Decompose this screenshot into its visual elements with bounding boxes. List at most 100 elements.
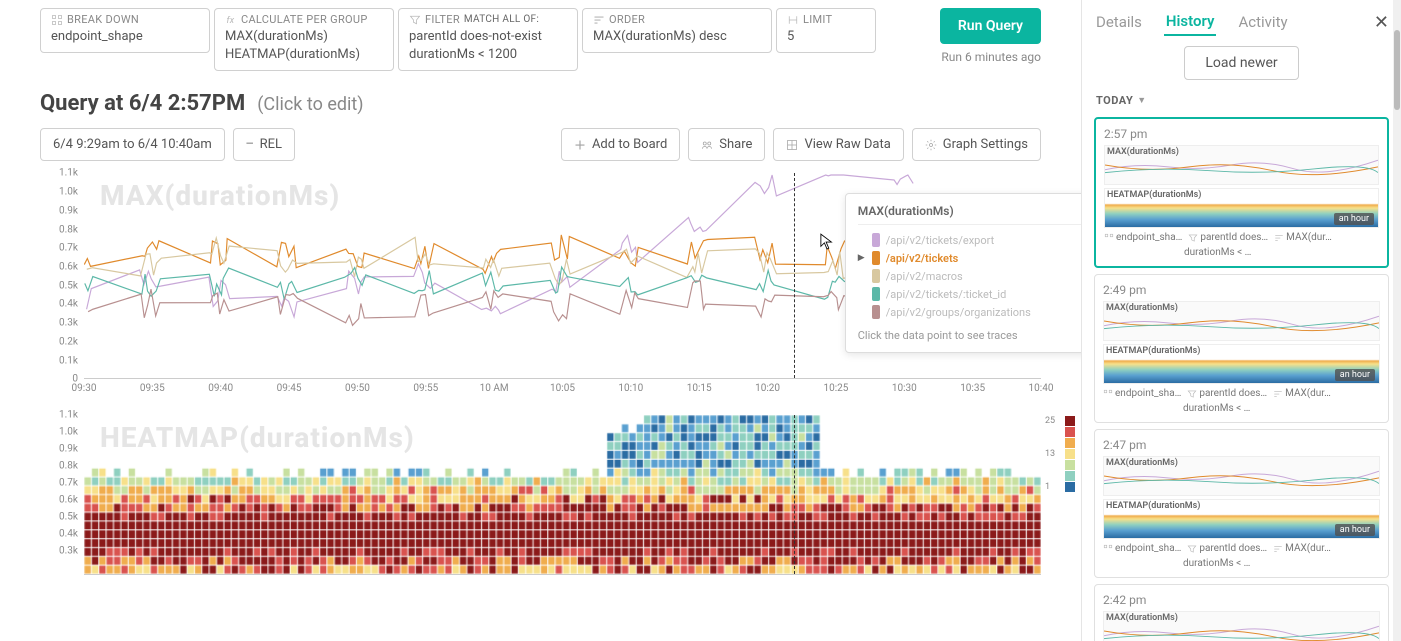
rel-text: REL xyxy=(260,137,282,152)
chart-area: MAX(durationMs) 1.1k1.0k0.9k0.8k0.7k0.6k… xyxy=(0,173,1081,575)
history-card[interactable]: 2:42 pmMAX(durationMs)HEATMAP(durationMs… xyxy=(1094,584,1389,641)
filter-segment[interactable]: FILTER MATCH ALL OF: parentId does-not-ex… xyxy=(398,8,578,71)
heatmap-chart[interactable]: HEATMAP(durationMs) 1.1k1.0k0.9k0.8k0.7k… xyxy=(40,415,1041,575)
add-to-board-button[interactable]: Add to Board xyxy=(561,128,680,161)
limit-label: LIMIT xyxy=(803,13,832,26)
heatmap-legend: 25131 xyxy=(1045,415,1075,492)
history-meta-2: durationMs < … xyxy=(1104,247,1379,258)
tooltip-row[interactable]: /api/v2/macros628 xyxy=(858,267,1081,285)
people-icon xyxy=(701,139,713,151)
order-icon xyxy=(1274,233,1284,243)
tab-history[interactable]: History xyxy=(1164,8,1217,36)
gear-icon xyxy=(925,139,937,151)
history-thumb-line: MAX(durationMs) xyxy=(1103,456,1380,496)
history-meta: endpoint_sha…parentId does…MAX(dur… xyxy=(1104,232,1379,243)
line-chart[interactable]: MAX(durationMs) 1.1k1.0k0.9k0.8k0.7k0.6k… xyxy=(40,173,1041,403)
rel-button[interactable]: —REL xyxy=(233,128,295,161)
history-thumb-line: MAX(durationMs) xyxy=(1104,145,1379,185)
filter-label: FILTER xyxy=(425,13,460,26)
order-icon xyxy=(1273,544,1283,554)
history-thumb-heat: HEATMAP(durationMs)an hour xyxy=(1103,344,1380,384)
history-time: 2:57 pm xyxy=(1104,127,1379,141)
filter-icon xyxy=(1188,233,1198,243)
tooltip-row[interactable]: /api/v2/tickets/:ticket_id510 xyxy=(858,285,1081,303)
tooltip-row[interactable]: /api/v2/groups/organizations410 xyxy=(858,303,1081,321)
history-time: 2:42 pm xyxy=(1103,593,1380,607)
breakdown-value: endpoint_shape xyxy=(51,28,199,46)
chart2-y-axis: 1.1k1.0k0.9k0.8k0.7k0.6k0.5k0.4k0.3k xyxy=(40,415,80,551)
history-sidebar: Details History Activity ✕ Load newer TO… xyxy=(1081,0,1401,641)
function-icon: fx xyxy=(225,14,237,26)
limit-icon xyxy=(787,14,799,26)
tooltip-row[interactable]: /api/v2/tickets/export1,182 xyxy=(858,231,1081,249)
graph-settings-text: Graph Settings xyxy=(943,137,1028,152)
history-card[interactable]: 2:47 pmMAX(durationMs)HEATMAP(durationMs… xyxy=(1094,429,1389,578)
hover-line-2 xyxy=(794,415,795,574)
chart1-y-axis: 1.1k1.0k0.9k0.8k0.7k0.6k0.5k0.4k0.3k0.2k… xyxy=(40,173,80,379)
history-thumb-heat: HEATMAP(durationMs)an hour xyxy=(1104,188,1379,228)
limit-value: 5 xyxy=(787,28,865,46)
tooltip-footer: Click the data point to see traces xyxy=(858,329,1081,342)
plus-icon xyxy=(574,139,586,151)
breakdown-label: BREAK DOWN xyxy=(67,13,139,26)
chart2-plot[interactable] xyxy=(84,415,1041,575)
query-builder: BREAK DOWN endpoint_shape fx CALCULATE PE… xyxy=(0,8,1081,71)
history-meta-2: durationMs < … xyxy=(1103,558,1380,569)
history-card[interactable]: 2:57 pm MAX(durationMs)HEATMAP(durationMs… xyxy=(1094,117,1389,268)
hover-line xyxy=(794,173,795,378)
run-query-button[interactable]: Run Query xyxy=(940,8,1041,44)
limit-segment[interactable]: LIMIT 5 xyxy=(776,8,876,53)
filter-value-1: parentId does-not-exist xyxy=(409,28,567,46)
history-card[interactable]: 2:49 pmMAX(durationMs)HEATMAP(durationMs… xyxy=(1094,274,1389,423)
svg-text:fx: fx xyxy=(227,16,235,26)
filter-suffix: MATCH ALL OF: xyxy=(464,14,539,25)
breakdown-icon xyxy=(51,14,63,26)
calculate-value-1: MAX(durationMs) xyxy=(225,28,383,46)
main-panel: BREAK DOWN endpoint_shape fx CALCULATE PE… xyxy=(0,0,1081,641)
calculate-segment[interactable]: fx CALCULATE PER GROUP MAX(durationMs) HE… xyxy=(214,8,394,71)
tab-activity[interactable]: Activity xyxy=(1236,9,1289,35)
add-to-board-text: Add to Board xyxy=(592,137,667,152)
filter-icon xyxy=(409,14,421,26)
view-raw-button[interactable]: View Raw Data xyxy=(773,128,903,161)
edit-hint: (Click to edit) xyxy=(257,94,363,115)
share-button[interactable]: Share xyxy=(688,128,765,161)
tooltip-row[interactable]: ▶/api/v2/tickets702 xyxy=(858,249,1081,267)
graph-settings-button[interactable]: Graph Settings xyxy=(912,128,1041,161)
order-segment[interactable]: ORDER MAX(durationMs) desc xyxy=(582,8,772,53)
history-list: 2:57 pmMAX(durationMs)HEATMAP(durationMs… xyxy=(1082,111,1401,641)
sidebar-scrollbar[interactable] xyxy=(1393,0,1401,641)
query-title[interactable]: Query at 6/4 2:57PM xyxy=(40,91,245,116)
breakdown-icon xyxy=(1103,389,1113,399)
cursor-icon xyxy=(820,233,834,251)
history-thumb-line: MAX(durationMs) xyxy=(1103,611,1380,641)
history-meta-2: durationMs < … xyxy=(1103,403,1380,414)
breakdown-segment[interactable]: BREAK DOWN endpoint_shape xyxy=(40,8,210,53)
calculate-value-2: HEATMAP(durationMs) xyxy=(225,46,383,64)
tooltip-title: MAX(durationMs) xyxy=(858,204,1081,225)
sidebar-tabs: Details History Activity ✕ xyxy=(1082,0,1401,36)
history-meta: endpoint_sha…parentId does…MAX(dur… xyxy=(1103,388,1380,399)
filter-icon xyxy=(1187,544,1197,554)
calculate-label: CALCULATE PER GROUP xyxy=(241,13,368,26)
history-thumb-line: MAX(durationMs) xyxy=(1103,301,1380,341)
toolbar: 6/4 9:29am to 6/4 10:40am —REL Add to Bo… xyxy=(0,124,1081,173)
heatmap-canvas xyxy=(84,415,1041,574)
order-value: MAX(durationMs) desc xyxy=(593,28,761,46)
tab-details[interactable]: Details xyxy=(1094,9,1144,35)
close-sidebar-button[interactable]: ✕ xyxy=(1374,12,1389,33)
share-text: Share xyxy=(719,137,752,152)
history-time: 2:47 pm xyxy=(1103,438,1380,452)
table-icon xyxy=(786,139,798,151)
order-label: ORDER xyxy=(609,13,645,26)
load-newer-button[interactable]: Load newer xyxy=(1184,46,1298,80)
breakdown-icon xyxy=(1103,544,1113,554)
view-raw-text: View Raw Data xyxy=(804,137,890,152)
chart1-x-axis: 09:3009:3509:4009:4509:5009:5510 AM10:05… xyxy=(84,383,1041,403)
history-meta: endpoint_sha…parentId does…MAX(dur… xyxy=(1103,543,1380,554)
breakdown-icon xyxy=(1104,233,1114,243)
timerange-button[interactable]: 6/4 9:29am to 6/4 10:40am xyxy=(40,128,225,161)
timerange-text: 6/4 9:29am to 6/4 10:40am xyxy=(53,137,212,152)
history-section-today[interactable]: TODAY ▼ xyxy=(1082,90,1401,111)
filter-icon xyxy=(1187,389,1197,399)
